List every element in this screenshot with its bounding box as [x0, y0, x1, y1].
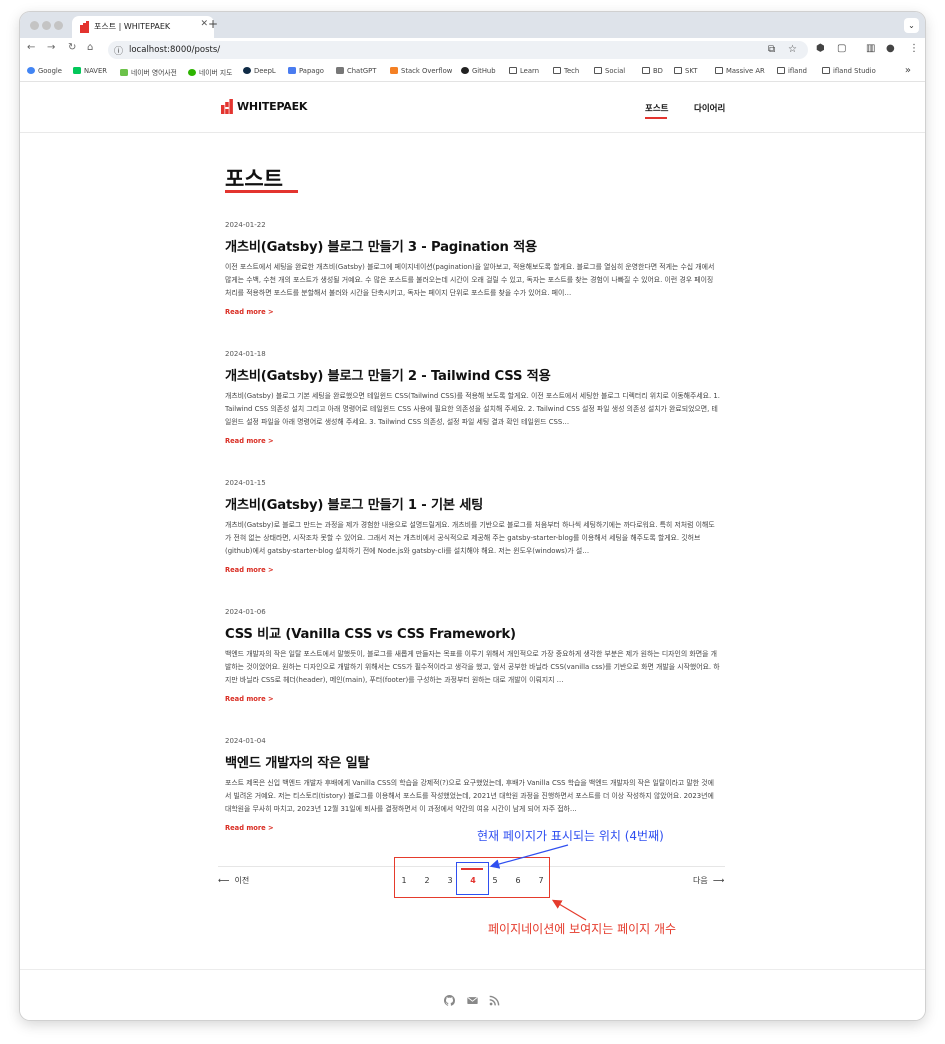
folder-icon [674, 67, 682, 74]
dictionary-icon [120, 69, 128, 76]
annotation-red-arrow [551, 899, 587, 921]
folder-icon [715, 67, 723, 74]
folder-icon [594, 67, 602, 74]
site-info-icon[interactable]: ⓘ [114, 44, 123, 57]
bookmark-folder-bd[interactable]: BD [642, 67, 663, 75]
naver-icon [73, 67, 81, 74]
google-icon [27, 67, 35, 74]
folder-icon [642, 67, 650, 74]
profile-avatar-icon[interactable]: ● [886, 43, 895, 54]
github-icon [461, 67, 469, 74]
bookmark-github[interactable]: GitHub [461, 67, 496, 75]
stackoverflow-icon [390, 67, 398, 74]
bookmarks-bar: Google NAVER 네이버 영어사전 네이버 지도 DeepL Papag… [20, 62, 925, 82]
bookmark-folder-ifland[interactable]: ifland [777, 67, 807, 75]
bookmark-stackoverflow[interactable]: Stack Overflow [390, 67, 452, 75]
bookmark-chatgpt[interactable]: ChatGPT [336, 67, 376, 75]
bookmark-google[interactable]: Google [27, 67, 62, 75]
map-icon [188, 69, 196, 76]
folder-icon [822, 67, 830, 74]
chatgpt-icon [336, 67, 344, 74]
bookmark-naver-map[interactable]: 네이버 지도 [188, 67, 232, 77]
bookmark-naver-dict[interactable]: 네이버 영어사전 [120, 67, 177, 77]
site-favicon-icon [80, 21, 89, 33]
folder-icon [509, 67, 517, 74]
bookmark-folder-learn[interactable]: Learn [509, 67, 539, 75]
browser-tab[interactable]: 포스트 | WHITEPAEK ✕ [72, 16, 214, 38]
minimize-window-button[interactable] [42, 21, 51, 30]
address-url: localhost:8000/posts/ [129, 45, 221, 55]
mail-icon[interactable] [467, 995, 478, 1006]
bookmark-folder-skt[interactable]: SKT [674, 67, 697, 75]
tab-search-icon[interactable]: ⌄ [904, 18, 919, 33]
address-bar[interactable]: ⓘ localhost:8000/posts/ ⧉ ☆ [108, 41, 808, 59]
home-icon[interactable]: ⌂ [87, 42, 93, 53]
tab-close-icon[interactable]: ✕ [200, 19, 208, 29]
browser-toolbar: ← → ↻ ⌂ ⓘ localhost:8000/posts/ ⧉ ☆ ⬢ ▢ … [20, 38, 925, 62]
forward-icon[interactable]: → [47, 42, 55, 53]
reload-icon[interactable]: ↻ [68, 42, 76, 53]
bookmark-deepl[interactable]: DeepL [243, 67, 276, 75]
folder-icon [777, 67, 785, 74]
tab-title: 포스트 | WHITEPAEK [94, 22, 171, 31]
bookmark-folder-massive-ar[interactable]: Massive AR [715, 67, 765, 75]
side-panel-icon[interactable]: ▥ [866, 43, 875, 54]
back-icon[interactable]: ← [27, 42, 35, 53]
more-bookmarks-icon[interactable]: » [905, 65, 911, 76]
bookmark-folder-tech[interactable]: Tech [553, 67, 579, 75]
bookmark-folder-social[interactable]: Social [594, 67, 625, 75]
bookmark-star-icon[interactable]: ☆ [788, 44, 797, 55]
close-window-button[interactable] [30, 21, 39, 30]
folder-icon [553, 67, 561, 74]
new-tab-icon[interactable]: + [208, 17, 218, 31]
annotation-blue-arrow [489, 844, 569, 869]
github-icon[interactable] [444, 995, 455, 1006]
browser-window: 포스트 | WHITEPAEK ✕ + ⌄ ← → ↻ ⌂ ⓘ localhos… [20, 12, 925, 1020]
papago-icon [288, 67, 296, 74]
rss-icon[interactable] [489, 995, 500, 1006]
cast-icon[interactable]: ⧉ [768, 44, 775, 55]
extensions-puzzle-icon[interactable]: ▢ [837, 43, 846, 54]
deepl-icon [243, 67, 251, 74]
browser-menu-icon[interactable]: ⋮ [909, 43, 919, 54]
tab-strip: 포스트 | WHITEPAEK ✕ + ⌄ [20, 12, 925, 38]
footer-divider [20, 969, 925, 970]
extension-icon[interactable]: ⬢ [816, 43, 825, 54]
maximize-window-button[interactable] [54, 21, 63, 30]
web-page: WHITEPAEK 포스트 다이어리 포스트 2024-01-22 개츠비(Ga… [20, 83, 925, 1020]
annotation-arrows [489, 844, 587, 921]
bookmark-papago[interactable]: Papago [288, 67, 324, 75]
bookmark-naver[interactable]: NAVER [73, 67, 107, 75]
bookmark-folder-ifland-studio[interactable]: ifland Studio [822, 67, 876, 75]
